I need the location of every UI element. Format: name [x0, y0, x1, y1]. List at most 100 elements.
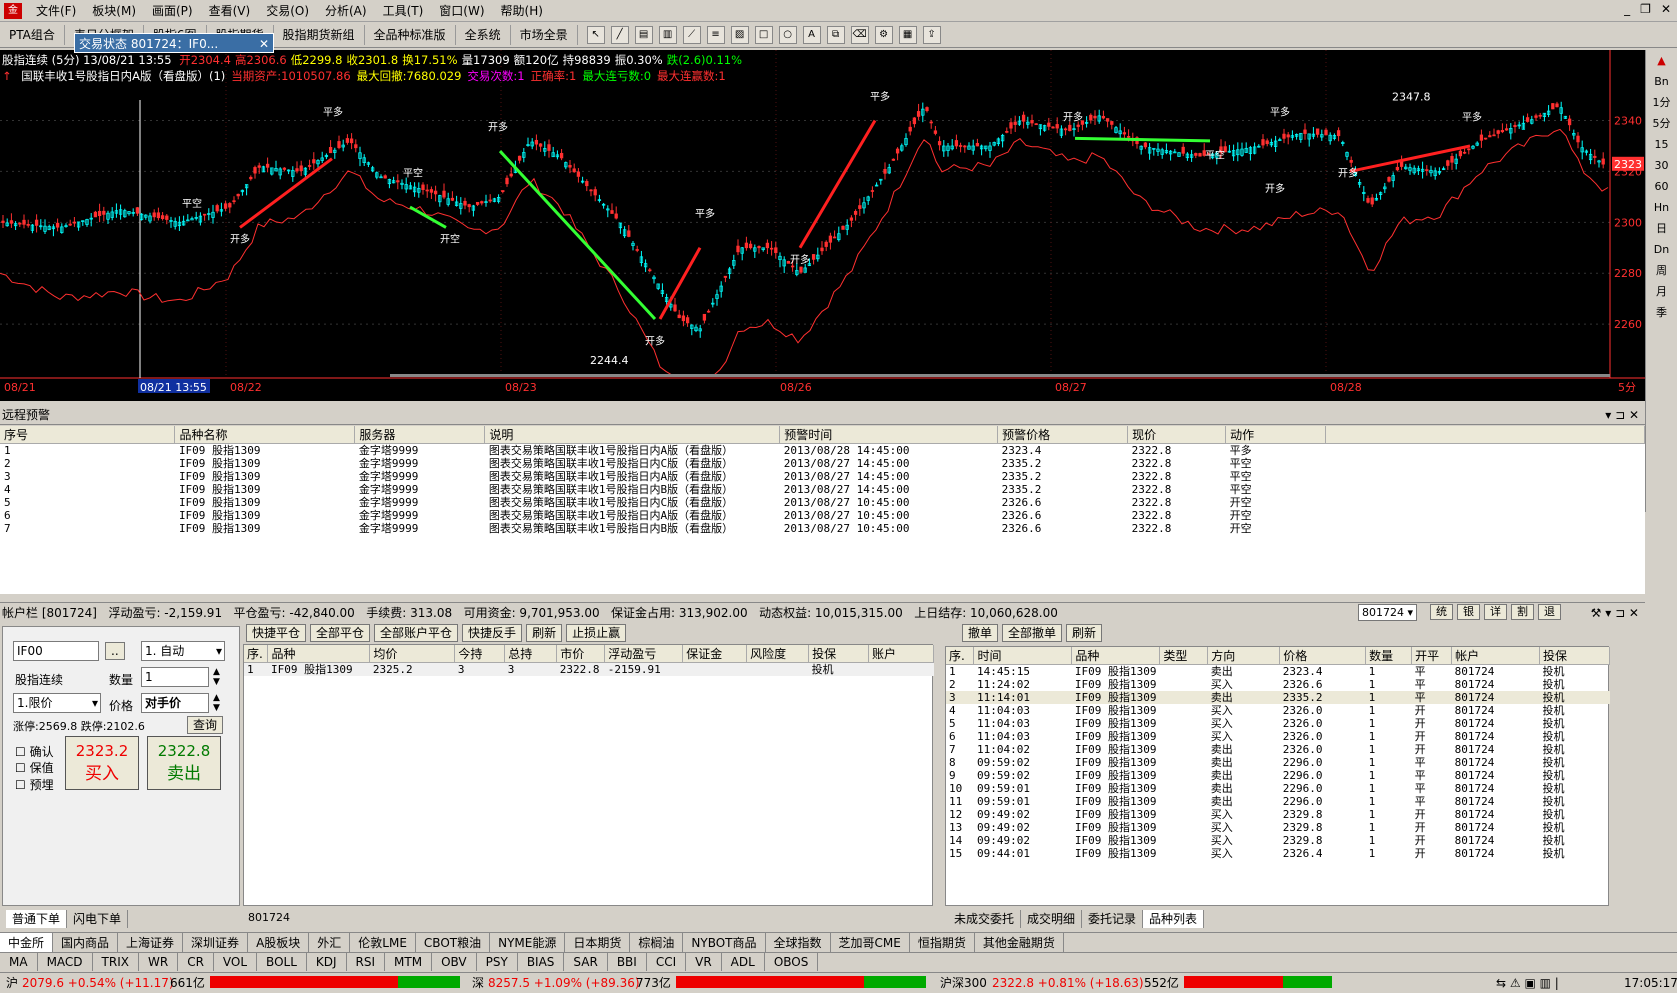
- position-action-button[interactable]: 快捷平仓: [246, 624, 307, 642]
- table-row[interactable]: 14 09:49:02 IF09 股指1309 买入 2329.8 1 开 801724 投机: [946, 834, 1610, 847]
- table-row[interactable]: 4 IF09 股指1309 金字塔9999 图表交易策略国联丰收1号股指日内B版（看盘…: [0, 483, 1645, 496]
- account-action-button[interactable]: 详: [1484, 604, 1507, 620]
- market-tab[interactable]: 外汇: [309, 933, 351, 952]
- menu-item[interactable]: 板块(M): [84, 1, 144, 21]
- column-header[interactable]: 投保: [1539, 647, 1610, 665]
- indicator-tab[interactable]: OBV: [432, 953, 477, 971]
- market-tab[interactable]: 中金所: [0, 933, 54, 952]
- column-header[interactable]: 现价: [1127, 426, 1227, 444]
- toolbar-tab[interactable]: PTA组合: [0, 24, 65, 45]
- status-icons[interactable]: ⇆ ⚠ ▣ ▥ |: [1496, 973, 1559, 993]
- period-button[interactable]: 月: [1646, 281, 1677, 302]
- fib-tool-icon[interactable]: ≡: [706, 25, 725, 44]
- table-row[interactable]: 10 09:59:01 IF09 股指1309 卖出 2296.0 1 平 801724 投机: [946, 782, 1610, 795]
- indicator-tab[interactable]: ADL: [722, 953, 765, 971]
- market-tab[interactable]: 恒指期货: [910, 933, 975, 952]
- column-header[interactable]: 品种: [1071, 647, 1161, 665]
- indicator-tab[interactable]: SAR: [564, 953, 608, 971]
- indicator-tab[interactable]: OBOS: [765, 953, 819, 971]
- period-button[interactable]: 5分: [1646, 113, 1677, 134]
- column-header[interactable]: 总持: [504, 645, 558, 663]
- bars-tool-icon[interactable]: ▥: [658, 25, 677, 44]
- column-header[interactable]: 保证金: [682, 645, 748, 663]
- export-tool-icon[interactable]: ⇪: [922, 25, 941, 44]
- table-row[interactable]: 5 11:04:03 IF09 股指1309 买入 2326.0 1 开 801724 投机: [946, 717, 1610, 730]
- market-tab[interactable]: 全球指数: [766, 933, 831, 952]
- position-action-button[interactable]: 全部账户平仓: [374, 624, 459, 642]
- circle-tool-icon[interactable]: ○: [778, 25, 797, 44]
- up-arrow-icon[interactable]: ▲: [1646, 50, 1677, 71]
- account-action-button[interactable]: 银: [1457, 604, 1480, 620]
- table-row[interactable]: 3 11:14:01 IF09 股指1309 卖出 2335.2 1 平 801724 投机: [946, 691, 1610, 704]
- period-button[interactable]: 日: [1646, 218, 1677, 239]
- column-header[interactable]: 说明: [484, 426, 781, 444]
- indicator-tab[interactable]: KDJ: [307, 953, 347, 971]
- column-header[interactable]: 今持: [454, 645, 506, 663]
- order-tab[interactable]: 普通下单: [6, 910, 68, 928]
- column-header[interactable]: 预警价格: [997, 426, 1129, 444]
- qty-stepper[interactable]: ▲ ▼: [213, 667, 220, 687]
- market-tab[interactable]: 伦敦LME: [350, 933, 416, 952]
- menu-item[interactable]: 画面(P): [144, 1, 201, 21]
- account-action-button[interactable]: 退: [1538, 604, 1561, 620]
- minimize-icon[interactable]: _: [1624, 2, 1630, 16]
- trend-tool-icon[interactable]: ⟋: [682, 25, 701, 44]
- close-icon[interactable]: ✕: [1661, 2, 1671, 16]
- pattern-tool-icon[interactable]: ▨: [730, 25, 749, 44]
- indicator-tab[interactable]: BIAS: [518, 953, 565, 971]
- market-tab[interactable]: NYBOT商品: [683, 933, 766, 952]
- market-tab[interactable]: 日本期货: [565, 933, 631, 952]
- trade-action-button[interactable]: 全部撤单: [1002, 624, 1063, 642]
- price-type-select[interactable]: 1.限价 ▾: [13, 693, 101, 713]
- table-row[interactable]: 1 IF09 股指1309 2325.2 3 3 2322.8 -2159.91 投机: [244, 662, 934, 676]
- menu-item[interactable]: 查看(V): [201, 1, 259, 21]
- column-header[interactable]: 类型: [1159, 647, 1209, 665]
- confirm-checkbox[interactable]: ☐ 确认: [15, 743, 54, 760]
- kline-chart[interactable]: 股指连续 (5分) 13/08/21 13:55 开2304.4 高2306.6 低…: [0, 50, 1645, 401]
- trade-action-button[interactable]: 撤单: [962, 624, 999, 642]
- column-header[interactable]: 价格: [1279, 647, 1367, 665]
- column-header[interactable]: 动作: [1225, 426, 1327, 444]
- period-button[interactable]: 1分: [1646, 92, 1677, 113]
- period-button[interactable]: 15: [1646, 134, 1677, 155]
- table-row[interactable]: 6 IF09 股指1309 金字塔9999 图表交易策略国联丰收1号股指日内A版（看盘…: [0, 509, 1645, 522]
- preorder-checkbox[interactable]: ☐ 预埋: [15, 776, 54, 793]
- table-row[interactable]: 4 11:04:03 IF09 股指1309 买入 2326.0 1 开 801724 投机: [946, 704, 1610, 717]
- column-header[interactable]: 账户: [868, 645, 934, 663]
- market-tab[interactable]: 深圳证券: [183, 933, 249, 952]
- market-tab[interactable]: 国内商品: [53, 933, 119, 952]
- table-row[interactable]: 8 09:59:02 IF09 股指1309 卖出 2296.0 1 平 801724 投机: [946, 756, 1610, 769]
- line-tool-icon[interactable]: ╱: [610, 25, 629, 44]
- price-input[interactable]: 对手价: [141, 693, 209, 713]
- column-header[interactable]: 数量: [1365, 647, 1413, 665]
- period-button[interactable]: Bn: [1646, 71, 1677, 92]
- indicator-tab[interactable]: CR: [178, 953, 214, 971]
- rect-tool-icon[interactable]: □: [754, 25, 773, 44]
- indicator-tab[interactable]: MA: [0, 953, 38, 971]
- column-header[interactable]: 品种名称: [174, 426, 356, 444]
- position-action-button[interactable]: 快捷反手: [462, 624, 523, 642]
- indicator-tab[interactable]: MACD: [38, 953, 93, 971]
- table-row[interactable]: 9 09:59:02 IF09 股指1309 卖出 2296.0 1 平 801724 投机: [946, 769, 1610, 782]
- buy-button[interactable]: 2323.2 买入: [65, 736, 139, 790]
- period-button[interactable]: 60: [1646, 176, 1677, 197]
- market-tab[interactable]: NYME能源: [490, 933, 566, 952]
- column-header[interactable]: 服务器: [354, 426, 486, 444]
- account-action-button[interactable]: 割: [1511, 604, 1534, 620]
- account-action-button[interactable]: 统: [1430, 604, 1453, 620]
- mode-select[interactable]: 1. 自动 ▾: [141, 641, 225, 661]
- trade-action-button[interactable]: 刷新: [1066, 624, 1103, 642]
- market-tab[interactable]: 上海证券: [118, 933, 184, 952]
- table-row[interactable]: 1 IF09 股指1309 金字塔9999 图表交易策略国联丰收1号股指日内A版（看盘…: [0, 444, 1645, 458]
- settings-tool-icon[interactable]: ⚙: [874, 25, 893, 44]
- period-button[interactable]: 周: [1646, 260, 1677, 281]
- column-header[interactable]: 序号: [0, 426, 176, 444]
- position-action-button[interactable]: 刷新: [526, 624, 563, 642]
- column-header[interactable]: 品种: [267, 645, 371, 663]
- period-button[interactable]: Dn: [1646, 239, 1677, 260]
- column-header[interactable]: 投保: [808, 645, 869, 663]
- indicator-tab[interactable]: BOLL: [257, 953, 307, 971]
- column-header[interactable]: 序.: [244, 645, 269, 663]
- table-row[interactable]: 3 IF09 股指1309 金字塔9999 图表交易策略国联丰收1号股指日内A版（看盘…: [0, 470, 1645, 483]
- table-row[interactable]: 12 09:49:02 IF09 股指1309 买入 2329.8 1 开 801724 投机: [946, 808, 1610, 821]
